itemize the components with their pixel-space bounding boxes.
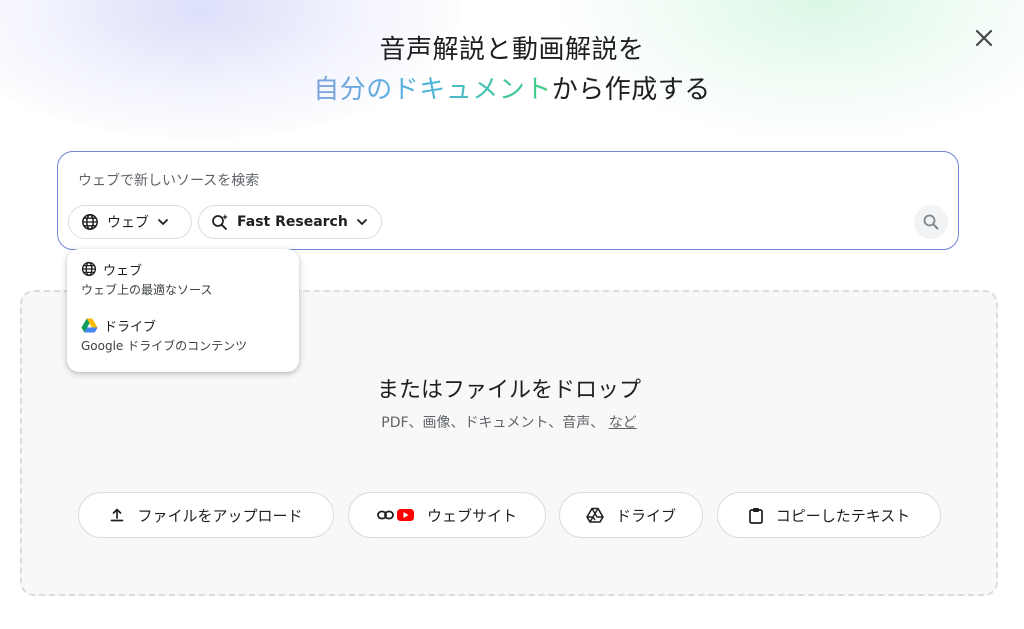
- menu-item-drive[interactable]: ドライブ Google ドライブのコンテンツ: [67, 315, 299, 363]
- source-search-box: ウェブ Fast Research: [57, 151, 959, 250]
- research-mode-label: Fast Research: [237, 214, 348, 230]
- source-type-dropdown[interactable]: ウェブ: [68, 205, 192, 239]
- drop-zone-subtitle: PDF、画像、ドキュメント、音声、 など: [22, 412, 996, 432]
- search-submit-button[interactable]: [914, 205, 948, 239]
- more-types-link[interactable]: など: [609, 415, 637, 431]
- menu-item-drive-label: ドライブ: [104, 319, 157, 335]
- add-sources-dialog: 音声解説と動画解説を 自分のドキュメントから作成する ウェブで新しいソースを検索…: [0, 0, 1024, 629]
- supported-types-text: PDF、画像、ドキュメント、音声、: [381, 415, 605, 431]
- sparkle-search-icon: [211, 213, 229, 231]
- upload-icon: [109, 507, 125, 523]
- menu-item-web-label: ウェブ: [103, 263, 143, 279]
- website-source-label: ウェブサイト: [426, 506, 517, 525]
- globe-icon: [81, 261, 97, 277]
- chevron-down-icon: [157, 216, 169, 228]
- menu-item-drive-description: Google ドライブのコンテンツ: [81, 339, 248, 353]
- chevron-down-icon: [356, 216, 368, 228]
- drop-zone-title: またはファイルをドロップ: [376, 378, 641, 403]
- drive-source-button[interactable]: ドライブ: [559, 492, 703, 538]
- menu-item-web[interactable]: ウェブ ウェブ上の最適なソース: [67, 259, 299, 307]
- menu-item-web-description: ウェブ上の最適なソース: [81, 283, 213, 297]
- title-highlight: 自分のドキュメント: [313, 75, 552, 105]
- source-type-label: ウェブ: [107, 215, 149, 231]
- page-title: 音声解説と動画解説を 自分のドキュメントから作成する: [0, 30, 1024, 110]
- title-line1: 音声解説と動画解説を: [379, 35, 645, 65]
- search-input[interactable]: [76, 168, 900, 194]
- drive-source-label: ドライブ: [615, 506, 676, 525]
- menu-item-web-row: ウェブ: [81, 259, 285, 279]
- paste-text-label: コピーしたテキスト: [775, 506, 911, 525]
- upload-file-label: ファイルをアップロード: [137, 506, 303, 525]
- menu-item-drive-row: ドライブ: [81, 315, 285, 335]
- title-line2: 自分のドキュメントから作成する: [0, 70, 1024, 110]
- drive-outline-icon: [586, 507, 604, 523]
- globe-icon: [81, 213, 99, 231]
- google-drive-icon: [81, 318, 98, 333]
- website-source-button[interactable]: ウェブサイト: [348, 492, 546, 538]
- source-type-menu: ウェブ ウェブ上の最適なソース ドライブ Google ドライブのコンテンツ: [67, 249, 299, 372]
- clipboard-icon: [748, 507, 764, 524]
- link-youtube-icon: [377, 507, 415, 523]
- research-mode-dropdown[interactable]: Fast Research: [198, 205, 382, 239]
- paste-text-button[interactable]: コピーしたテキスト: [717, 492, 941, 538]
- upload-file-button[interactable]: ファイルをアップロード: [78, 492, 334, 538]
- search-icon: [923, 214, 939, 230]
- title-rest: から作成する: [551, 75, 711, 105]
